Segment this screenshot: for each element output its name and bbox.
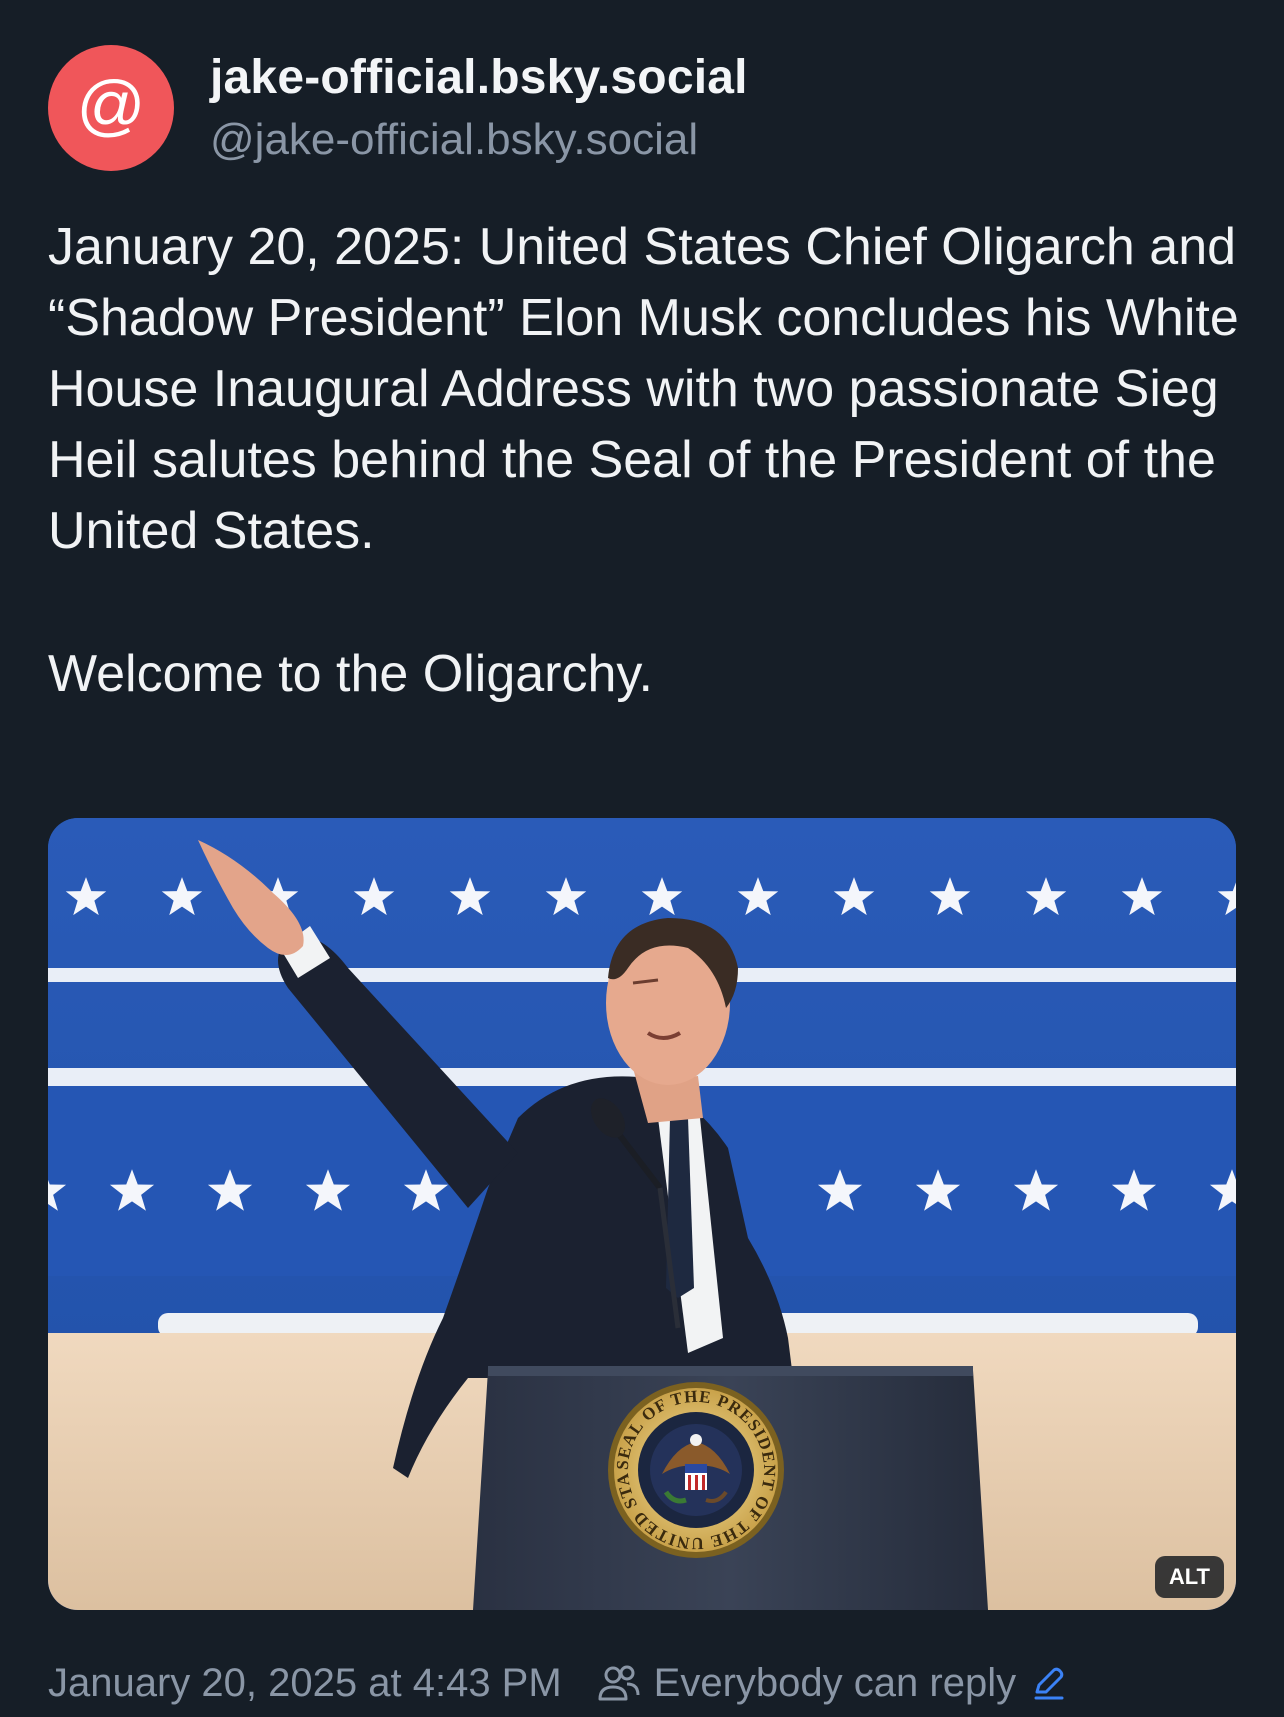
post-image[interactable]: SEAL OF THE PRESIDENT OF THE UNITED STAT… (48, 818, 1236, 1610)
post: @ jake-official.bsky.social @jake-offici… (0, 0, 1284, 1717)
post-paragraph: January 20, 2025: United States Chief Ol… (48, 218, 1239, 560)
alt-badge[interactable]: ALT (1154, 1556, 1224, 1598)
author-display-name[interactable]: jake-official.bsky.social (210, 50, 748, 105)
post-timestamp[interactable]: January 20, 2025 at 4:43 PM (48, 1661, 562, 1706)
reply-setting[interactable]: Everybody can reply (654, 1661, 1016, 1706)
post-footer: January 20, 2025 at 4:43 PM Everybody ca… (48, 1655, 1066, 1711)
post-paragraph: Welcome to the Oligarchy. (48, 645, 653, 703)
post-image-illustration: SEAL OF THE PRESIDENT OF THE UNITED STAT… (48, 818, 1236, 1610)
people-icon (598, 1665, 640, 1701)
author-handle[interactable]: @jake-official.bsky.social (210, 115, 698, 165)
avatar[interactable]: @ (48, 45, 174, 171)
at-sign-icon: @ (76, 67, 146, 143)
post-text: January 20, 2025: United States Chief Ol… (48, 212, 1248, 710)
edit-pencil-icon[interactable] (1030, 1665, 1066, 1701)
